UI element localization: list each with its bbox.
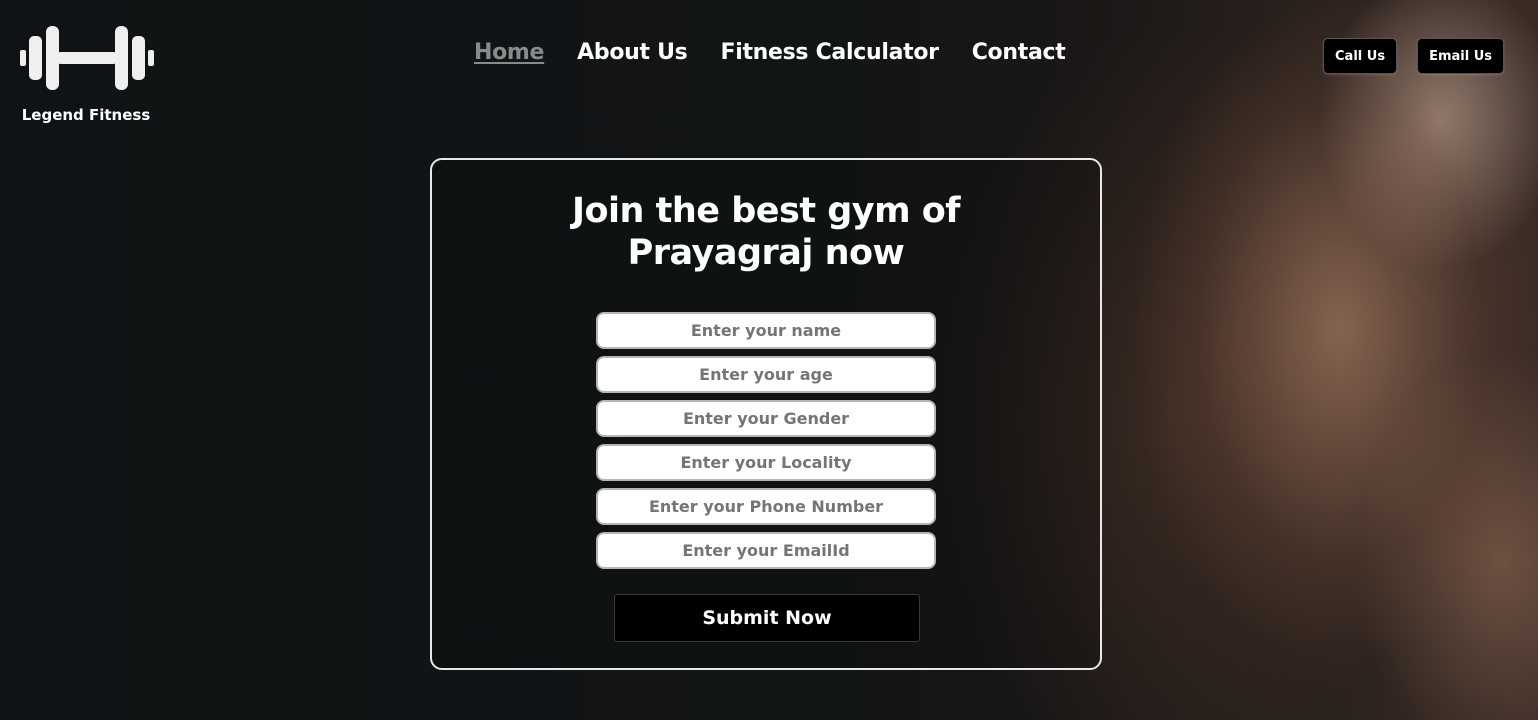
call-us-button[interactable]: Call Us <box>1323 38 1398 74</box>
phone-number-input[interactable] <box>596 488 936 525</box>
age-input[interactable] <box>596 356 936 393</box>
email-id-input[interactable] <box>596 532 936 569</box>
email-us-button[interactable]: Email Us <box>1417 38 1504 74</box>
nav-about-link[interactable]: About Us <box>577 40 688 65</box>
form-title-line2: Prayagraj now <box>627 233 905 273</box>
form-title-line1: Join the best gym of <box>571 191 961 231</box>
submit-button[interactable]: Submit Now <box>614 594 920 642</box>
nav-home-link[interactable]: Home <box>474 40 544 65</box>
nav-fitness-calculator-link[interactable]: Fitness Calculator <box>720 40 939 65</box>
brand-logo[interactable]: Legend Fitness <box>20 22 154 124</box>
form-title: Join the best gym of Prayagraj now <box>432 190 1100 274</box>
form-fields <box>596 312 936 569</box>
name-input[interactable] <box>596 312 936 349</box>
brand-name: Legend Fitness <box>21 106 151 124</box>
locality-input[interactable] <box>596 444 936 481</box>
signup-form-card: Join the best gym of Prayagraj now Submi… <box>430 158 1102 670</box>
header-actions: Call Us Email Us <box>1323 38 1504 74</box>
main-nav: Home About Us Fitness Calculator Contact <box>474 40 1066 65</box>
nav-contact-link[interactable]: Contact <box>972 40 1066 65</box>
gender-input[interactable] <box>596 400 936 437</box>
dumbbell-icon <box>20 26 154 90</box>
